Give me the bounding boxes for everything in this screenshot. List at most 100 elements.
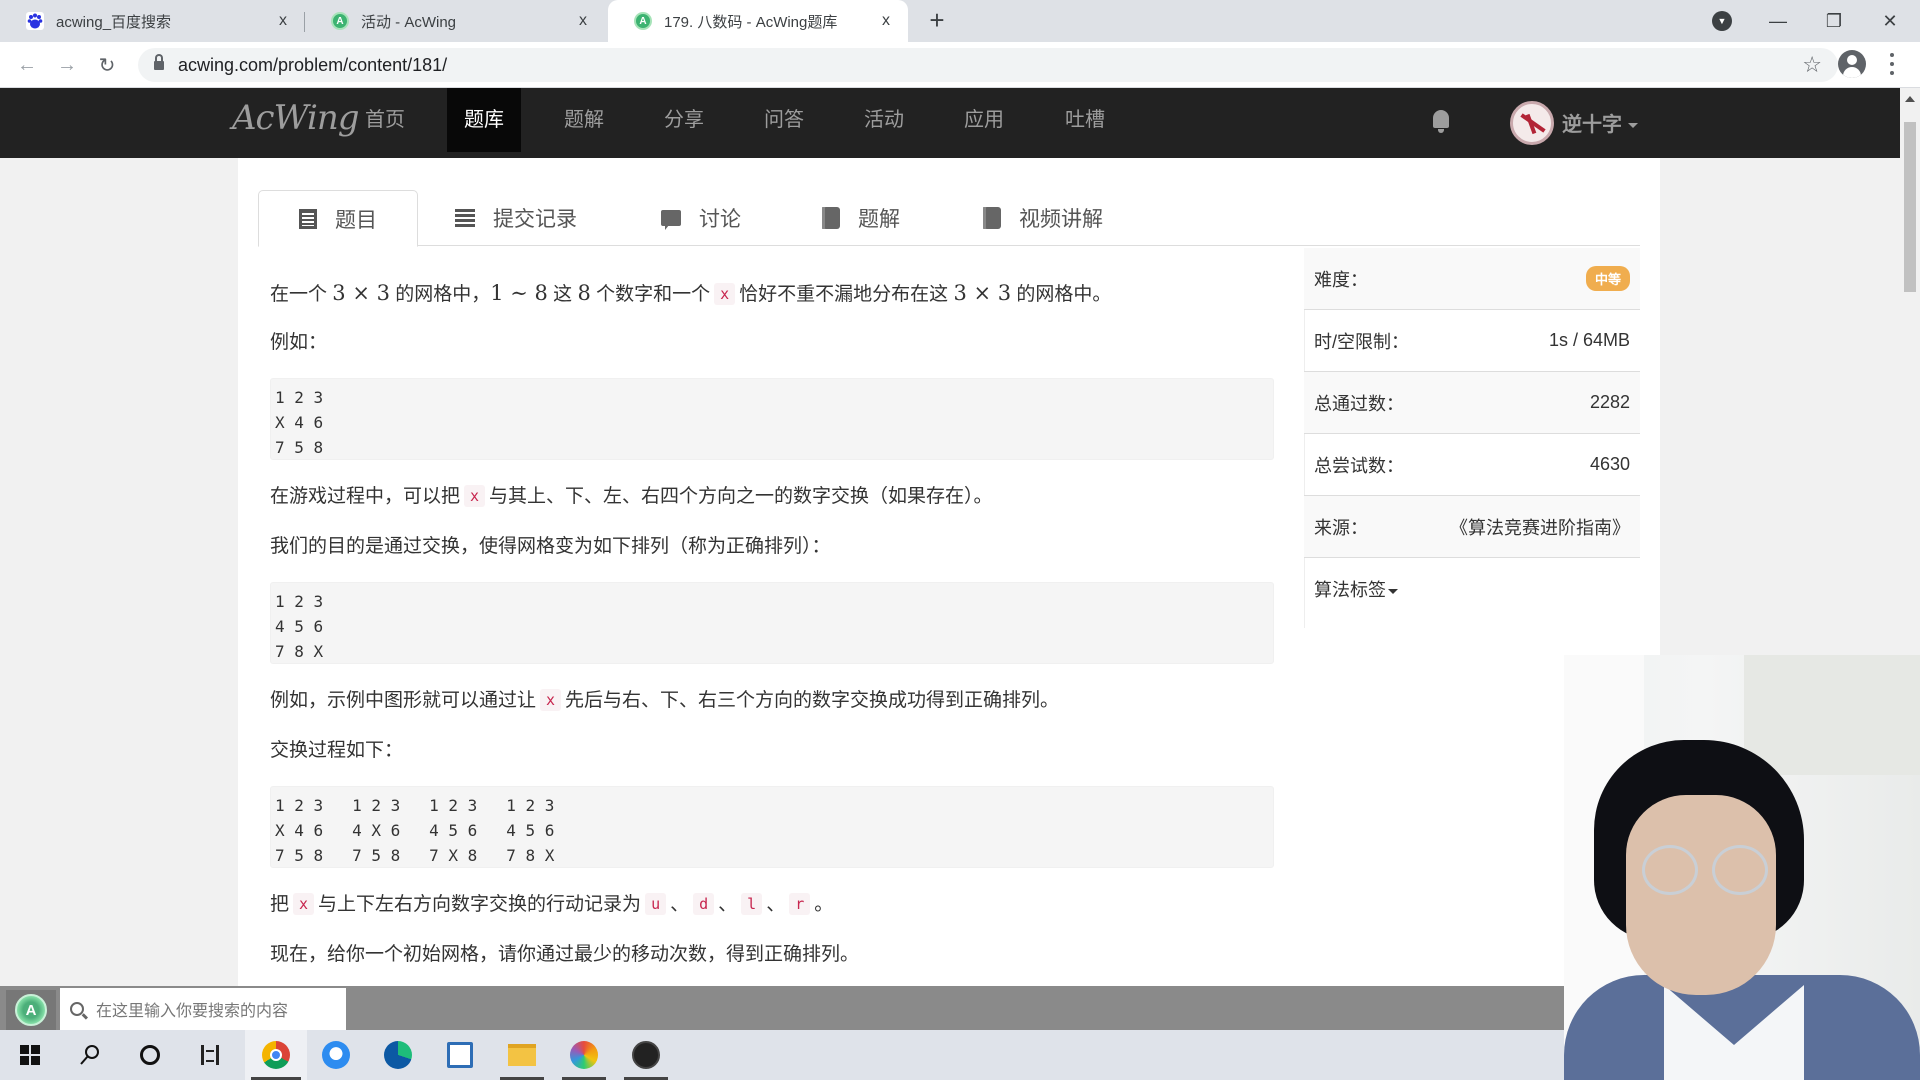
tab-close-icon[interactable]: x [876,12,896,30]
nav-problems[interactable]: 题库 [447,88,521,152]
cortana-icon [140,1045,160,1065]
tab-problem[interactable]: 题目 [258,190,418,247]
taskbar-app-obs[interactable] [618,1030,674,1080]
lock-icon[interactable] [154,54,164,71]
tab-search-icon[interactable]: ▼ [1712,11,1732,31]
caret-down-icon [1388,588,1398,594]
taskbar-app-color[interactable] [556,1030,612,1080]
nav-solutions[interactable]: 题解 [547,88,621,152]
nav-share[interactable]: 分享 [647,88,721,152]
control-panel-icon [447,1042,473,1068]
task-view-button[interactable] [182,1030,238,1080]
description-paragraph: 例如，示例中图形就可以通过让 x 先后与右、下、右三个方向的数字交换成功得到正确排列… [270,686,1274,736]
description-paragraph: 例如： [270,332,328,353]
text: 在游戏过程中，可以把 [270,486,461,507]
restore-button[interactable]: ❐ [1806,0,1862,42]
book-icon [822,207,840,229]
code-block-target: 1 2 3 4 5 6 7 8 X [270,582,1274,664]
text: 这 [547,284,578,305]
notification-bell-icon[interactable] [1430,108,1452,134]
task-view-icon [201,1045,219,1065]
search-icon [70,1002,84,1016]
info-value[interactable]: 《算法竞赛进阶指南》 [1450,514,1630,540]
scroll-up-arrow-icon[interactable] [1905,96,1915,102]
close-window-button[interactable]: ✕ [1862,0,1918,42]
windows-search-box[interactable]: 在这里输入你要搜索的内容 [60,988,346,1030]
nav-activity[interactable]: 活动 [847,88,921,152]
start-button[interactable] [2,1030,58,1080]
taskbar-search-button[interactable] [62,1030,118,1080]
code-block-example: 1 2 3 X 4 6 7 5 8 [270,378,1274,460]
info-value: 1s / 64MB [1548,330,1630,350]
taskbar-app-chrome[interactable] [245,1030,307,1080]
text: 、 [766,894,786,915]
browser-tab-activity[interactable]: A 活动 - AcWing x [305,0,605,42]
forward-button[interactable]: → [52,50,82,80]
difficulty-badge: 中等 [1585,266,1630,291]
tab-title: 179. 八数码 - AcWing题库 [664,13,838,31]
text: 。 [814,894,834,915]
browser-tab-problem[interactable]: A 179. 八数码 - AcWing题库 x [608,0,908,42]
username: 逆十字 [1562,114,1622,136]
text: 在一个 [270,284,333,305]
problem-description: 在一个 3 × 3 的网格中，1 ∼ 8 这 8 个数字和一个 x 恰好不重不漏地分… [270,278,1274,990]
problem-panel: 题目 提交记录 讨论 题解 视频讲解 在一个 3 × 3 的网格中，1 ∼ 8 … [238,158,1660,988]
browser-tab-baidu[interactable]: acwing_百度搜索 x [0,0,305,42]
tab-label: 题解 [858,208,900,231]
tab-label: 提交记录 [493,208,577,231]
nav-home[interactable]: 首页 [348,88,422,152]
taskbar-app-edge[interactable] [370,1030,426,1080]
tab-close-icon[interactable]: x [273,12,293,30]
cortana-button[interactable] [122,1030,178,1080]
address-bar[interactable]: acwing.com/problem/content/181/ ☆ [138,48,1838,82]
nav-qa[interactable]: 问答 [747,88,821,152]
algorithm-tags-toggle[interactable]: 算法标签 [1304,558,1640,620]
tab-video[interactable]: 视频讲解 [943,190,1143,246]
text: 、 [718,894,738,915]
tab-close-icon[interactable]: x [573,12,593,30]
windows-taskbar [0,1030,1564,1080]
back-button[interactable]: ← [12,50,42,80]
inline-code: u [645,893,667,915]
info-label: 总尝试数： [1314,455,1404,476]
color-wheel-icon [570,1041,598,1069]
bookmark-star-icon[interactable]: ☆ [1802,52,1822,78]
tab-discussion[interactable]: 讨论 [621,190,781,246]
folder-icon [508,1044,536,1066]
browser-toolbar: ← → ↻ acwing.com/problem/content/181/ ☆ [0,42,1920,88]
math-expr: 1 ∼ 8 [490,281,548,305]
text: 个数字和一个 [590,284,711,305]
acwing-logo[interactable]: AcWing [232,98,359,138]
search-icon [80,1045,99,1065]
tab-solutions[interactable]: 题解 [782,190,940,246]
math-expr: 3 × 3 [953,281,1012,305]
taskbar-app-control-panel[interactable] [432,1030,488,1080]
minimize-button[interactable]: — [1750,0,1806,42]
info-label: 总通过数： [1314,393,1404,414]
info-value: 4630 [1589,454,1630,474]
user-menu[interactable]: 逆十字 [1562,108,1638,137]
tab-submissions[interactable]: 提交记录 [415,190,617,246]
scrollbar-thumb[interactable] [1904,122,1916,292]
webcam-person [1626,795,1776,995]
info-row-source: 来源： 《算法竞赛进阶指南》 [1304,496,1640,558]
browser-menu-icon[interactable] [1886,50,1898,78]
windows-logo-icon [20,1045,40,1065]
nav-apps[interactable]: 应用 [947,88,1021,152]
nav-feedback[interactable]: 吐槽 [1048,88,1122,152]
tab-label: 讨论 [699,208,741,231]
acwing-app-icon[interactable]: A [6,990,56,1030]
description-paragraph: 交换过程如下： [270,740,404,761]
user-avatar[interactable] [1510,101,1554,145]
obs-icon [632,1041,660,1069]
new-tab-button[interactable]: + [922,6,952,36]
url-text[interactable]: acwing.com/problem/content/181/ [178,55,447,76]
reload-button[interactable]: ↻ [92,50,122,80]
text: 与上下左右方向数字交换的行动记录为 [318,894,642,915]
taskbar-app-file-explorer[interactable] [494,1030,550,1080]
info-label: 时/空限制： [1314,331,1410,352]
caret-down-icon [1628,123,1638,129]
profile-icon[interactable] [1838,50,1866,78]
taskbar-app-qq-browser[interactable] [308,1030,364,1080]
inline-code: x [540,689,562,711]
